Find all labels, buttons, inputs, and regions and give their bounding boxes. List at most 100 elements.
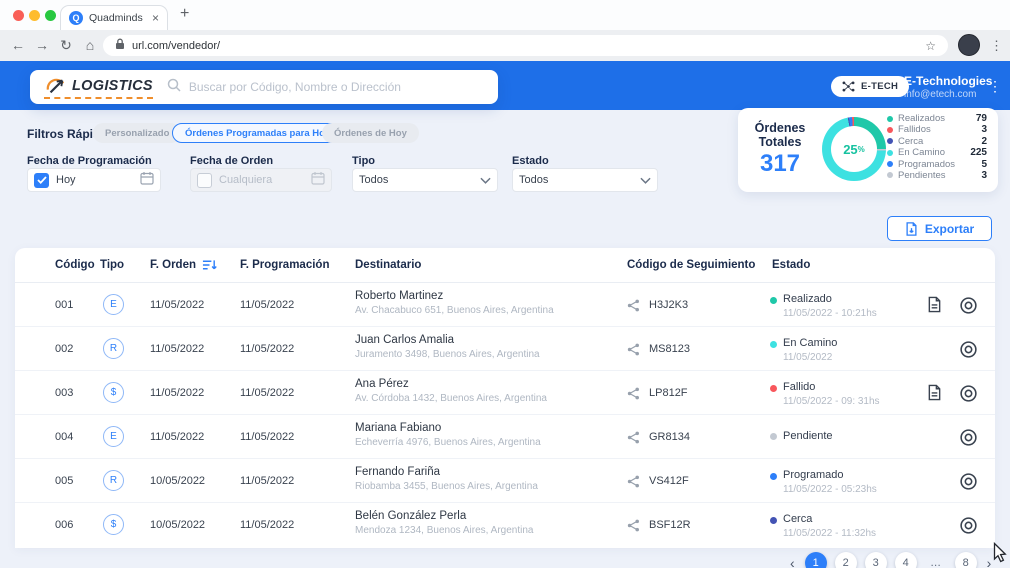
tab-favicon: Q <box>69 11 83 25</box>
view-eye-icon[interactable] <box>959 472 978 496</box>
view-eye-icon[interactable] <box>959 296 978 320</box>
schedule-date: 11/05/2022 <box>240 387 294 399</box>
account-info[interactable]: E-Technologies info@etech.com <box>904 74 992 100</box>
schedule-date-checkbox[interactable] <box>34 173 49 188</box>
recipient-name: Ana Pérez <box>355 378 547 390</box>
schedule-date: 11/05/2022 <box>240 343 294 355</box>
page-button-2[interactable]: 2 <box>835 552 857 568</box>
legend-value: 2 <box>981 136 987 147</box>
col-codigo: Código <box>55 259 95 271</box>
type-select[interactable]: Todos <box>352 168 498 192</box>
reload-icon[interactable]: ↻ <box>56 30 76 61</box>
legend-label: Pendientes <box>898 170 976 181</box>
legend-label: En Camino <box>898 147 965 158</box>
schedule-date-value: Hoy <box>56 174 133 186</box>
status-text: En Camino <box>783 337 837 349</box>
back-icon[interactable]: ← <box>8 30 28 61</box>
url-bar[interactable]: url.com/vendedor/ ☆ <box>103 35 948 56</box>
browser-menu-icon[interactable]: ⋮ <box>990 30 1003 61</box>
close-window-button[interactable] <box>13 10 24 21</box>
status-select[interactable]: Todos <box>512 168 658 192</box>
legend-dot <box>887 138 893 144</box>
recipient: Roberto MartinezAv. Chacabuco 651, Bueno… <box>355 290 554 316</box>
filter-chip-personalizado[interactable]: Personalizado <box>93 123 181 143</box>
recipient: Ana PérezAv. Córdoba 1432, Buenos Aires,… <box>355 378 547 404</box>
status-time: 11/05/2022 <box>783 352 837 363</box>
document-icon[interactable] <box>927 296 942 318</box>
status-label: Estado <box>512 155 549 167</box>
logo-text: LOGISTICS <box>72 78 153 94</box>
order-date: 11/05/2022 <box>150 387 204 399</box>
col-codigo-seguimiento: Código de Seguimiento <box>627 259 755 271</box>
order-code: 004 <box>55 431 73 443</box>
browser-profile-avatar[interactable] <box>958 34 980 56</box>
tracking-code: GR8134 <box>649 431 690 443</box>
status-cell: En Camino 11/05/2022 <box>783 337 837 363</box>
account-name: E-Technologies <box>904 74 992 88</box>
type-label: Tipo <box>352 155 375 167</box>
share-icon[interactable] <box>627 343 640 361</box>
view-eye-icon[interactable] <box>959 516 978 540</box>
share-icon[interactable] <box>627 475 640 493</box>
legend-value: 79 <box>976 113 987 124</box>
export-button[interactable]: Exportar <box>887 216 992 241</box>
order-date-checkbox[interactable] <box>197 173 212 188</box>
order-type-badge: $ <box>103 382 124 403</box>
new-tab-button[interactable]: + <box>180 5 189 23</box>
document-icon[interactable] <box>927 384 942 406</box>
page-button-8[interactable]: 8 <box>955 552 977 568</box>
schedule-date-input[interactable]: Hoy <box>27 168 161 192</box>
share-icon[interactable] <box>627 519 640 537</box>
order-date-input[interactable]: Cualquiera <box>190 168 332 192</box>
recipient-name: Fernando Fariña <box>355 466 538 478</box>
order-code: 001 <box>55 299 73 311</box>
tracking-code: VS412F <box>649 475 689 487</box>
share-icon[interactable] <box>627 299 640 317</box>
status-text: Pendiente <box>783 430 833 442</box>
search-input[interactable] <box>189 80 484 94</box>
order-type-badge: R <box>103 338 124 359</box>
page-button-3[interactable]: 3 <box>865 552 887 568</box>
recipient-address: Riobamba 3455, Buenos Aires, Argentina <box>355 481 538 492</box>
donut-center-value: 25 <box>843 142 857 157</box>
order-code: 006 <box>55 519 73 531</box>
home-icon[interactable]: ⌂ <box>80 30 100 61</box>
legend-item: Programados5 <box>887 159 987 170</box>
status-dot <box>770 297 777 304</box>
page-button-4[interactable]: 4 <box>895 552 917 568</box>
maximize-window-button[interactable] <box>45 10 56 21</box>
forward-icon[interactable]: → <box>32 30 52 61</box>
view-eye-icon[interactable] <box>959 384 978 408</box>
etech-label: E-TECH <box>861 81 898 92</box>
order-date: 11/05/2022 <box>150 299 204 311</box>
bookmark-star-icon[interactable]: ☆ <box>925 39 936 53</box>
minimize-window-button[interactable] <box>29 10 40 21</box>
table-row: 004 E 11/05/2022 11/05/2022 Mariana Fabi… <box>15 415 995 459</box>
header-menu-icon[interactable]: ⋮ <box>988 78 1002 95</box>
share-icon[interactable] <box>627 387 640 405</box>
schedule-date: 11/05/2022 <box>240 475 294 487</box>
etech-button[interactable]: E-TECH <box>831 76 909 97</box>
share-icon[interactable] <box>627 431 640 449</box>
tab-close-icon[interactable]: × <box>152 11 159 25</box>
schedule-date: 11/05/2022 <box>240 519 294 531</box>
order-date: 10/05/2022 <box>150 519 205 531</box>
sort-icon[interactable] <box>202 259 217 271</box>
status-dot <box>770 341 777 348</box>
browser-tab[interactable]: Q Quadminds × <box>60 5 168 30</box>
orders-total-title-line2: Totales <box>744 135 816 149</box>
legend-item: En Camino225 <box>887 147 987 158</box>
orders-total-title-line1: Órdenes <box>744 121 816 135</box>
filter-chip-programadas-hoy[interactable]: Órdenes Programadas para Hoy <box>172 123 343 143</box>
view-eye-icon[interactable] <box>959 428 978 452</box>
view-eye-icon[interactable] <box>959 340 978 364</box>
calendar-icon[interactable] <box>140 171 154 190</box>
filter-chip-ordenes-hoy[interactable]: Órdenes de Hoy <box>322 123 419 143</box>
page-button-1[interactable]: 1 <box>805 552 827 568</box>
recipient-address: Juramento 3498, Buenos Aires, Argentina <box>355 349 540 360</box>
legend-label: Realizados <box>898 113 971 124</box>
donut-legend: Realizados79 Fallidos3 Cerca2 En Camino2… <box>887 113 987 181</box>
recipient-address: Mendoza 1234, Buenos Aires, Argentina <box>355 525 533 536</box>
pagination-prev-icon[interactable]: ‹ <box>788 555 797 568</box>
recipient-name: Belén González Perla <box>355 510 533 522</box>
